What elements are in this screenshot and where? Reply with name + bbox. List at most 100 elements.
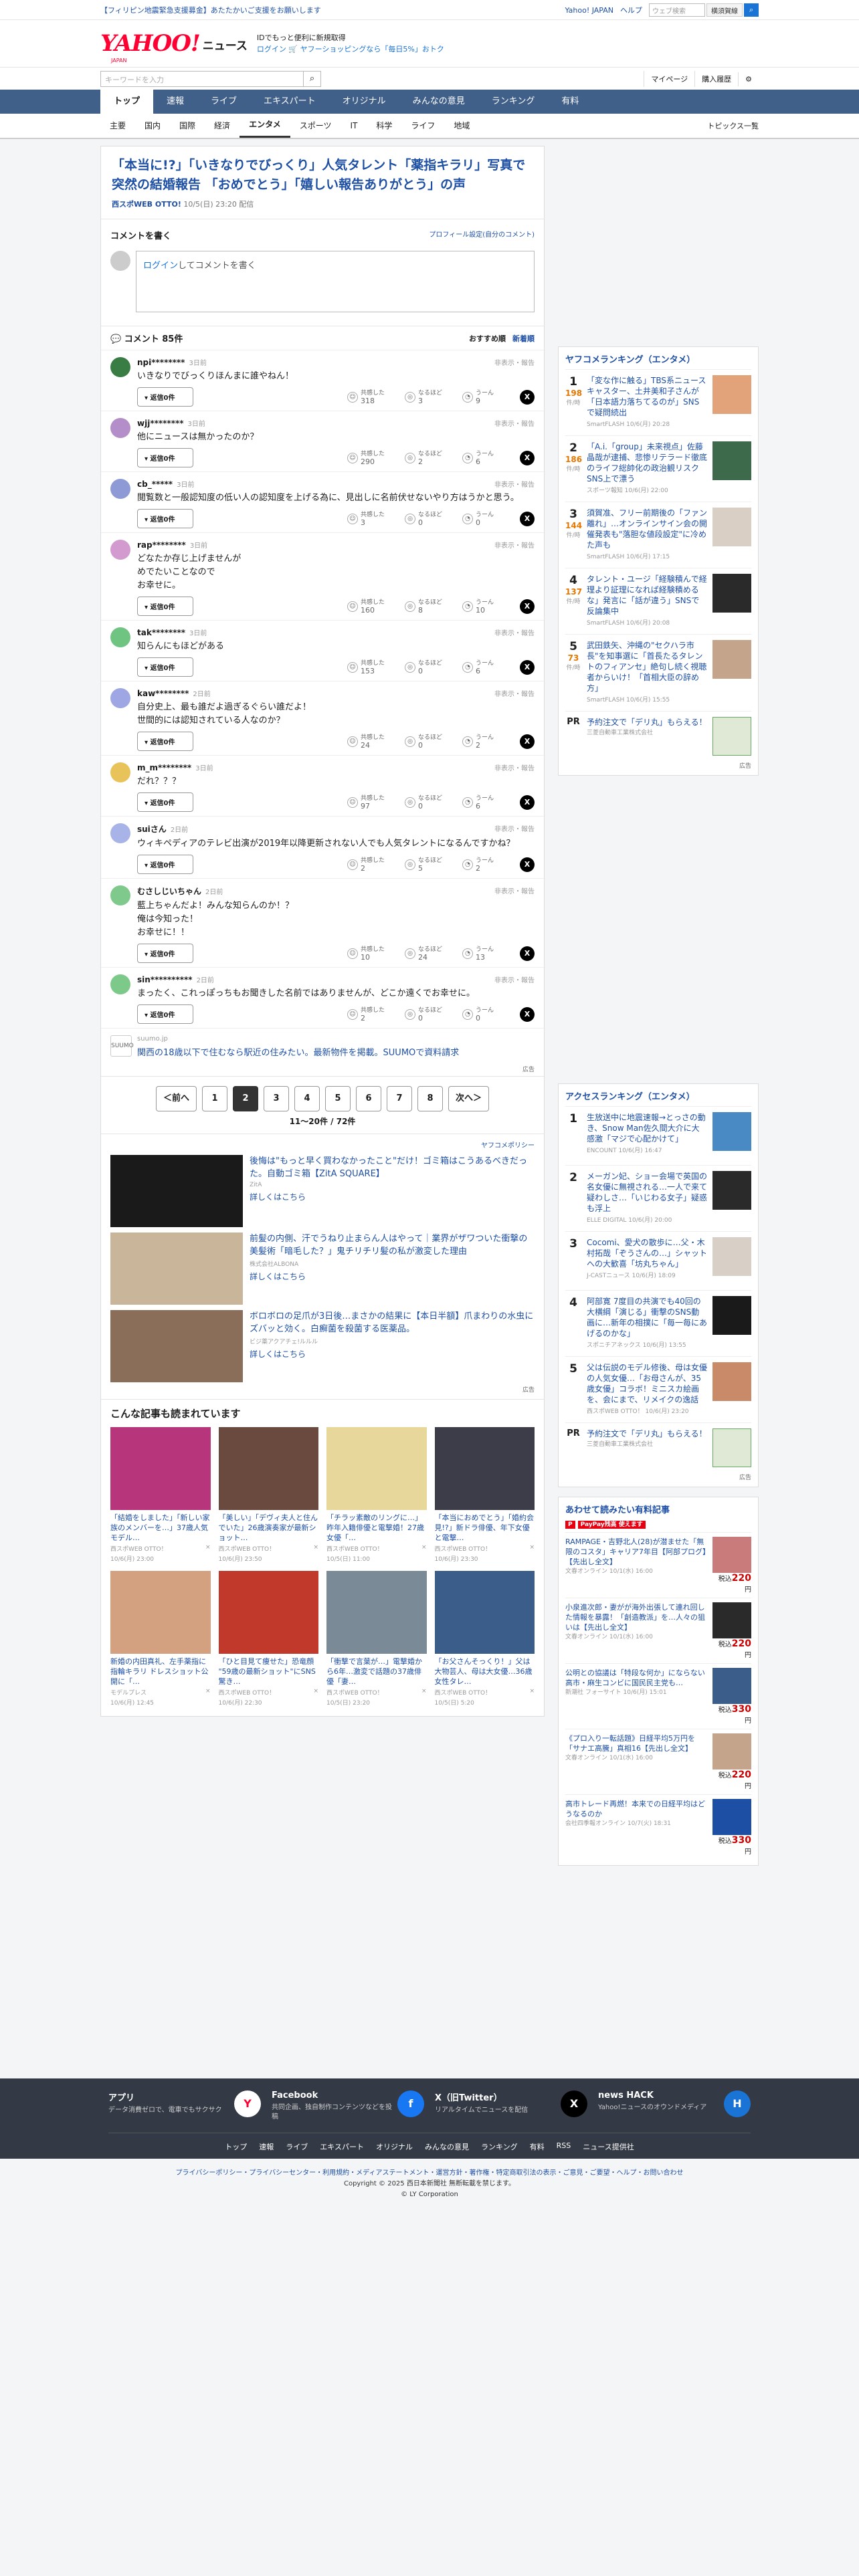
- policy-links[interactable]: プライバシーポリシー・プライバシーセンター・利用規約・メディアステートメント・運…: [0, 2168, 859, 2179]
- ranking-item[interactable]: 5 父は伝説のモデル修後、母は女優の人気女優…「お母さんが、35歳女優」コラボ！ミ…: [565, 1356, 751, 1422]
- x-share-icon[interactable]: X: [520, 511, 535, 526]
- related-title[interactable]: 「美しい」「デヴィ夫人と住んでいた」26歳演奏家が最新ショット…: [219, 1513, 319, 1543]
- close-icon[interactable]: ×: [529, 1544, 535, 1553]
- related-card[interactable]: 「衝撃で言葉が…」電撃婚から6年…激変で話題の37歳俳優「妻… 西スポWEB OT…: [326, 1571, 427, 1707]
- subnav-item[interactable]: 地域: [444, 114, 479, 138]
- footer-link[interactable]: 速報: [259, 2141, 274, 2152]
- paid-item[interactable]: 小泉進次郎・妻がが海外出張して連れ回した情報を暴露！「創造教派」を…人々の狙いは…: [565, 1598, 751, 1663]
- reaction-agree-button[interactable]: ◎ なるほど 0: [405, 734, 457, 749]
- subnav-item[interactable]: スポーツ: [290, 114, 341, 138]
- ranking-item[interactable]: 2 メーガン妃、ショー会場で英国の名女優に無視される…一人で来て疑わしさ…「いじわ…: [565, 1165, 751, 1231]
- gnav-item[interactable]: エキスパート: [250, 90, 329, 114]
- notice-link[interactable]: 【フィリピン地震緊急支援募金】あたたかいご支援をお願いします: [100, 5, 321, 15]
- gear-icon[interactable]: ⚙: [738, 72, 759, 86]
- reaction-hmm-button[interactable]: ◔ うーん 9: [462, 390, 514, 405]
- x-share-icon[interactable]: X: [520, 794, 535, 810]
- reaction-hmm-button[interactable]: ◔ うーん 2: [462, 857, 514, 872]
- comment-textarea[interactable]: ログインしてコメントを書く: [136, 251, 535, 312]
- related-card[interactable]: 「お父さんそっくり！」父は大物芸人、母は大女優…36歳女性タレ… 西スポWEB O…: [434, 1571, 535, 1707]
- report-link[interactable]: 非表示・報告: [494, 823, 535, 833]
- reply-button[interactable]: ▾ 返信0件: [137, 944, 193, 963]
- footer-link[interactable]: エキスパート: [320, 2141, 364, 2152]
- avatar[interactable]: [110, 479, 130, 499]
- related-title[interactable]: 新婚の内田真礼、左手薬指に指輪キラリ ドレスショット公開に「…: [110, 1656, 211, 1687]
- close-icon[interactable]: ×: [529, 1688, 535, 1697]
- avatar[interactable]: [110, 627, 130, 647]
- reaction-hmm-button[interactable]: ◔ うーん 13: [462, 946, 514, 961]
- footer-link[interactable]: トップ: [225, 2141, 247, 2152]
- related-card[interactable]: 新婚の内田真礼、左手薬指に指輪キラリ ドレスショット公開に「… モデルプレス × 10…: [110, 1571, 211, 1707]
- footer-link[interactable]: みんなの意見: [425, 2141, 469, 2152]
- close-icon[interactable]: ×: [205, 1544, 211, 1553]
- reaction-hmm-button[interactable]: ◔ うーん 2: [462, 734, 514, 749]
- ranking-item[interactable]: 3 144 件/時 須賀准、フリー前期後の「ファン離れ」…オンラインサイン会の開催発表…: [565, 502, 751, 568]
- gnav-item[interactable]: 有料: [548, 90, 592, 114]
- reply-button[interactable]: ▾ 返信0件: [137, 509, 193, 528]
- reaction-agree-button[interactable]: ◎ なるほど 24: [405, 946, 457, 961]
- suumo-ad[interactable]: SUUMO suumo.jp 関西の18歳以下で住むなら駅近の住みたい。最新物件…: [101, 1028, 544, 1065]
- avatar[interactable]: [110, 885, 130, 905]
- subnav-item[interactable]: 国内: [135, 114, 170, 138]
- comment-username[interactable]: rap******** 3日前: [137, 540, 535, 550]
- ad-title[interactable]: 関西の18歳以下で住むなら駅近の住みたい。最新物件を掲載。SUUMOで資料請求: [137, 1045, 459, 1058]
- pr-item[interactable]: PR 予約注文で「デリ丸」もらえる！ 三菱自動車工業株式会社: [565, 1422, 751, 1473]
- sort-recommended[interactable]: おすすめ順: [469, 333, 506, 344]
- ad-more-link[interactable]: 詳しくはこちら: [250, 1348, 535, 1360]
- ad-more-link[interactable]: 詳しくはこちら: [250, 1191, 535, 1202]
- reaction-hmm-button[interactable]: ◔ うーん 6: [462, 451, 514, 465]
- search-suggest-button[interactable]: 横須賀線: [706, 3, 743, 17]
- avatar[interactable]: [110, 974, 130, 994]
- pr-item[interactable]: PR 予約注文で「デリ丸」もらえる！ 三菱自動車工業株式会社: [565, 711, 751, 761]
- ad-item[interactable]: 後悔は"もっと早く買わなかったこと"だけ！ゴミ箱はこうあるべきだった。自動ゴミ箱…: [110, 1155, 535, 1227]
- keyword-search-input[interactable]: キーワードを入力: [101, 72, 303, 86]
- reaction-empathy-button[interactable]: ☺ 共感した 318: [347, 390, 399, 405]
- paid-item[interactable]: RAMPAGE・吉野北人(28)が潜ませた「無限のコスタ」キャリア7年目【阿部プ…: [565, 1532, 751, 1598]
- reaction-empathy-button[interactable]: ☺ 共感した 160: [347, 599, 399, 614]
- article-source[interactable]: 西スポWEB OTTO!: [112, 200, 181, 209]
- sort-newest[interactable]: 新着順: [512, 333, 535, 344]
- related-title[interactable]: 「ひと目見て痩せた」恐竜顔 "59歳の最新ショット"にSNS驚き…: [219, 1656, 319, 1687]
- footer-item[interactable]: アプリ データ消費ゼロで、電車でもサクサク Y: [108, 2090, 261, 2122]
- footer-link[interactable]: 有料: [530, 2141, 545, 2152]
- close-icon[interactable]: ×: [313, 1544, 318, 1553]
- comment-username[interactable]: wjj******** 3日前: [137, 418, 535, 428]
- reaction-hmm-button[interactable]: ◔ うーん 6: [462, 795, 514, 810]
- subnav-item[interactable]: ライフ: [401, 114, 444, 138]
- login-link[interactable]: ログイン: [143, 261, 178, 271]
- page-button[interactable]: 2: [233, 1086, 258, 1111]
- reply-button[interactable]: ▾ 返信0件: [137, 855, 193, 874]
- avatar[interactable]: [110, 762, 130, 782]
- close-icon[interactable]: ×: [421, 1544, 427, 1553]
- page-button[interactable]: 3: [264, 1086, 289, 1111]
- ranking-item[interactable]: 3 Cocomi、愛犬の散歩に…父・木村拓哉「ぞうさんの…」シャットへの大歓喜「坊…: [565, 1231, 751, 1290]
- page-button[interactable]: 8: [417, 1086, 443, 1111]
- reply-button[interactable]: ▾ 返信0件: [137, 597, 193, 616]
- report-link[interactable]: 非表示・報告: [494, 418, 535, 428]
- gnav-item[interactable]: オリジナル: [329, 90, 399, 114]
- gnav-item[interactable]: ランキング: [478, 90, 549, 114]
- reaction-hmm-button[interactable]: ◔ うーん 10: [462, 599, 514, 614]
- page-button[interactable]: 4: [294, 1086, 320, 1111]
- subnav-item[interactable]: 科学: [367, 114, 401, 138]
- x-share-icon[interactable]: X: [520, 857, 535, 872]
- prev-page-button[interactable]: ＜前へ: [155, 1086, 197, 1111]
- related-card[interactable]: 「結婚をしました」「新しい家族のメンバーを…」37歳人気モデル… 西スポWEB O…: [110, 1427, 211, 1563]
- paid-item[interactable]: 公明との協議は「特段な何か」にならない 高市・麻生コンビに国民民主党も… 新潮社 …: [565, 1663, 751, 1729]
- subnav-item[interactable]: エンタメ: [240, 114, 290, 138]
- gnav-item[interactable]: 速報: [153, 90, 197, 114]
- yahoo-japan-link[interactable]: Yahoo! JAPAN: [565, 6, 613, 15]
- reply-button[interactable]: ▾ 返信0件: [137, 732, 193, 751]
- reaction-agree-button[interactable]: ◎ なるほど 0: [405, 795, 457, 810]
- search-icon[interactable]: ⌕: [303, 72, 320, 86]
- close-icon[interactable]: ×: [421, 1688, 427, 1697]
- reply-button[interactable]: ▾ 返信0件: [137, 387, 193, 407]
- subnav-item[interactable]: 主要: [100, 114, 135, 138]
- footer-link[interactable]: ニュース提供社: [583, 2141, 634, 2152]
- related-title[interactable]: 「結婚をしました」「新しい家族のメンバーを…」37歳人気モデル…: [110, 1513, 211, 1543]
- page-button[interactable]: 7: [387, 1086, 412, 1111]
- profile-settings-link[interactable]: プロフィール設定(自分のコメント): [429, 229, 535, 241]
- reaction-agree-button[interactable]: ◎ なるほど 0: [405, 660, 457, 675]
- shopping-promo[interactable]: ログイン 🛒 ヤフーショッピングなら「毎日5%」おトク: [257, 43, 444, 55]
- footer-item[interactable]: Facebook 共同企画、独自制作コンテンツなどを投稿 f: [272, 2090, 424, 2122]
- next-page-button[interactable]: 次へ＞: [448, 1086, 490, 1111]
